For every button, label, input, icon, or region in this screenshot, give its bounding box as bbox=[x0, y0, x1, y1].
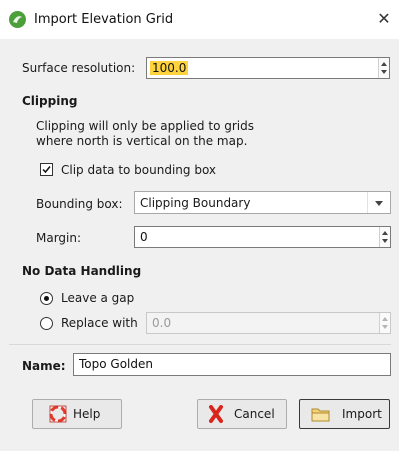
bounding-box-select[interactable]: Clipping Boundary bbox=[134, 191, 391, 214]
replace-with-spinner[interactable] bbox=[379, 313, 390, 333]
divider bbox=[9, 344, 391, 345]
margin-spinner[interactable] bbox=[379, 227, 390, 247]
replace-with-radio[interactable] bbox=[40, 317, 53, 330]
app-logo-icon bbox=[9, 11, 26, 28]
name-value: Topo Golden bbox=[79, 357, 153, 371]
bounding-box-selected-value: Clipping Boundary bbox=[140, 196, 251, 210]
import-button-label: Import bbox=[342, 407, 382, 421]
folder-icon bbox=[311, 408, 330, 422]
replace-with-input[interactable]: 0.0 bbox=[146, 312, 391, 334]
name-label: Name: bbox=[22, 359, 66, 373]
clipping-heading: Clipping bbox=[22, 94, 78, 108]
margin-input[interactable]: 0 bbox=[134, 226, 391, 248]
help-button[interactable]: Help bbox=[32, 399, 122, 429]
help-button-label: Help bbox=[73, 407, 101, 421]
clip-to-bounding-box-checkbox[interactable] bbox=[40, 163, 53, 176]
chevron-down-icon[interactable] bbox=[367, 192, 390, 213]
clipping-note-line-2: where north is vertical on the map. bbox=[36, 134, 248, 148]
clipping-note-line-1: Clipping will only be applied to grids bbox=[36, 119, 254, 133]
surface-resolution-input[interactable]: 100.0 bbox=[146, 57, 390, 79]
name-input[interactable]: Topo Golden bbox=[73, 353, 391, 376]
surface-resolution-spinner[interactable] bbox=[378, 58, 389, 78]
close-button[interactable]: ✕ bbox=[369, 0, 399, 39]
margin-label: Margin: bbox=[36, 231, 82, 245]
import-button[interactable]: Import bbox=[299, 399, 390, 429]
leave-gap-label[interactable]: Leave a gap bbox=[61, 291, 134, 305]
checkmark-icon bbox=[42, 166, 51, 174]
bounding-box-label: Bounding box: bbox=[36, 197, 123, 211]
lifebuoy-icon bbox=[49, 405, 67, 423]
surface-resolution-label: Surface resolution: bbox=[22, 61, 136, 75]
window-title: Import Elevation Grid bbox=[34, 12, 174, 27]
replace-with-label[interactable]: Replace with bbox=[61, 316, 138, 330]
leave-gap-radio[interactable] bbox=[40, 292, 53, 305]
cancel-x-icon bbox=[209, 405, 223, 423]
margin-value: 0 bbox=[140, 230, 148, 244]
cancel-button-label: Cancel bbox=[234, 407, 275, 421]
no-data-handling-heading: No Data Handling bbox=[22, 264, 142, 278]
surface-resolution-value: 100.0 bbox=[150, 61, 189, 75]
title-bar: Import Elevation Grid ✕ bbox=[0, 0, 399, 39]
replace-with-value: 0.0 bbox=[152, 316, 172, 330]
import-elevation-grid-dialog: Import Elevation Grid ✕ Surface resoluti… bbox=[0, 0, 399, 451]
cancel-button[interactable]: Cancel bbox=[197, 399, 287, 429]
clip-to-bounding-box-label[interactable]: Clip data to bounding box bbox=[61, 163, 216, 177]
